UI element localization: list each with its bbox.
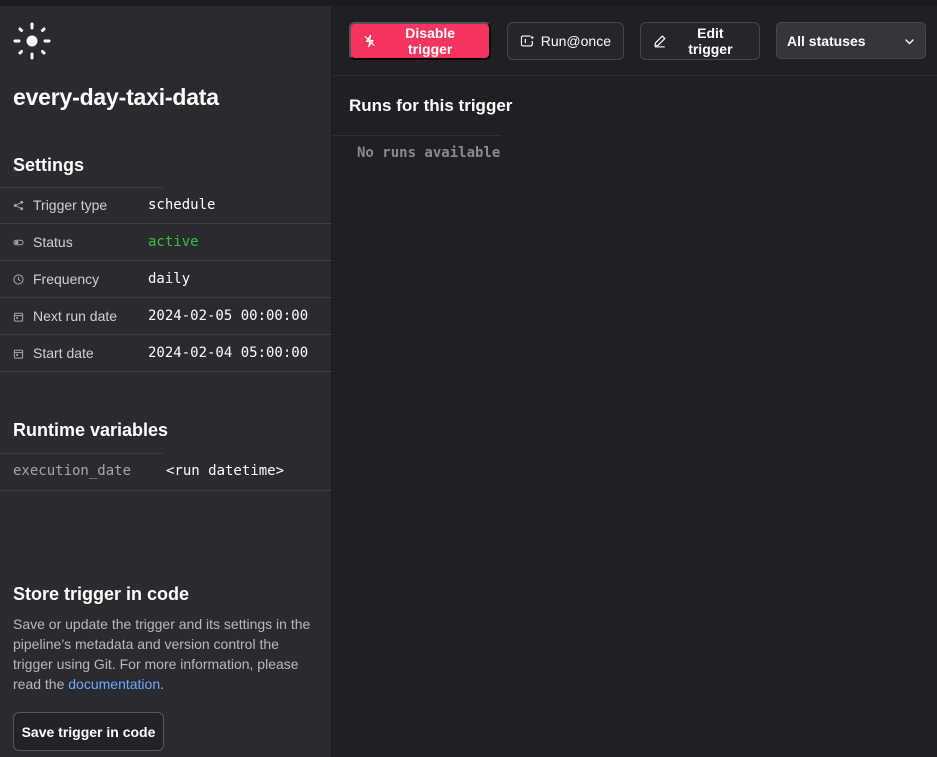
disable-trigger-label: Disable trigger (405, 25, 456, 57)
toolbar: Disable trigger Run@once Edit trigger Al… (333, 6, 937, 76)
settings-label: Status (33, 234, 73, 250)
settings-row-trigger-type: Trigger type schedule (0, 187, 332, 224)
settings-row-frequency: Frequency daily (0, 261, 332, 298)
empty-runs-message: No runs available (357, 145, 501, 161)
variable-key: execution_date (13, 463, 132, 479)
settings-row-next-run-date: Next run date 2024-02-05 00:00:00 (0, 298, 332, 335)
calendar-icon (13, 312, 24, 322)
status-value: active (148, 234, 199, 250)
run-once-label: Run@once (540, 33, 611, 49)
disable-trigger-button[interactable]: Disable trigger (349, 22, 491, 60)
status-filter-value: All statuses (787, 32, 866, 49)
store-trigger-title: Store trigger in code (13, 584, 190, 604)
runtime-variables-title: Runtime variables (13, 420, 169, 440)
status-filter-select[interactable]: All statuses (776, 22, 926, 59)
settings-title: Settings (13, 155, 85, 175)
share-icon (13, 200, 24, 211)
main-panel: Disable trigger Run@once Edit trigger Al… (333, 6, 937, 757)
settings-value: 2024-02-04 05:00:00 (148, 345, 309, 361)
sidebar: every-day-taxi-data Settings Trigger typ… (0, 6, 332, 757)
settings-value: 2024-02-05 00:00:00 (148, 308, 309, 324)
documentation-link[interactable]: documentation (68, 676, 160, 692)
runtime-variable-row: execution_date <run datetime> (0, 453, 332, 491)
sun-logo-icon (13, 22, 51, 60)
chevron-down-icon (905, 39, 914, 45)
save-trigger-in-code-button[interactable]: Save trigger in code (13, 712, 164, 751)
divider (333, 135, 501, 136)
settings-label: Frequency (33, 271, 100, 287)
toggle-icon (13, 239, 24, 246)
settings-table: Trigger type schedule Status active Freq… (0, 187, 332, 372)
lightning-off-icon (364, 34, 375, 48)
calendar-icon (13, 349, 24, 359)
run-once-button[interactable]: Run@once (507, 22, 624, 60)
settings-row-status: Status active (0, 224, 332, 261)
settings-label: Start date (33, 345, 94, 361)
description-suffix: . (160, 676, 164, 692)
settings-value: schedule (148, 197, 216, 213)
clock-icon (13, 274, 24, 285)
edit-trigger-label: Edit trigger (688, 25, 733, 57)
store-trigger-description: Save or update the trigger and its setti… (13, 614, 318, 694)
pencil-icon (654, 35, 666, 48)
settings-row-start-date: Start date 2024-02-04 05:00:00 (0, 335, 332, 372)
settings-label: Trigger type (33, 197, 108, 213)
run-once-icon (520, 35, 534, 47)
trigger-name: every-day-taxi-data (13, 84, 219, 110)
settings-value: daily (148, 271, 191, 287)
variable-value: <run datetime> (166, 463, 285, 479)
runs-title: Runs for this trigger (349, 96, 513, 115)
edit-trigger-button[interactable]: Edit trigger (640, 22, 760, 60)
settings-label: Next run date (33, 308, 118, 324)
